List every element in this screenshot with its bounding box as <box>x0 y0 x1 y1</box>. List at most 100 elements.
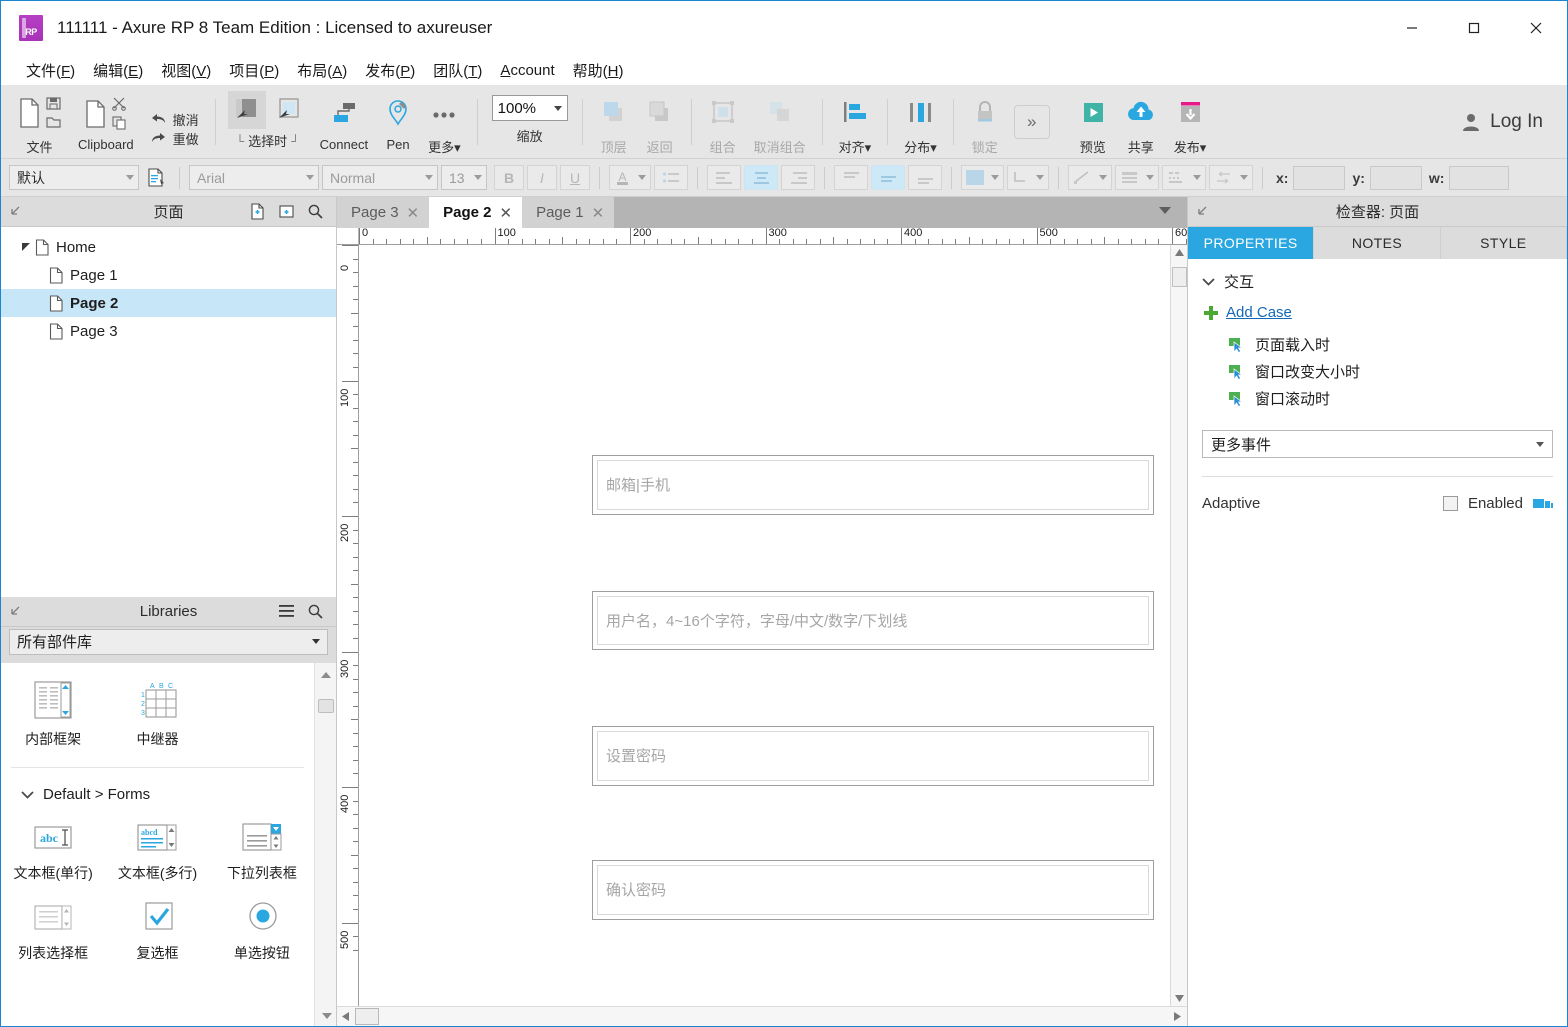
menu-item-1[interactable]: 编辑(E) <box>84 57 152 84</box>
event-row[interactable]: 页面载入时 <box>1202 331 1553 358</box>
event-row[interactable]: 窗口改变大小时 <box>1202 358 1553 385</box>
toolbar-clipboard-group[interactable]: Clipboard <box>70 85 142 158</box>
library-item[interactable]: 列表选择框 <box>1 893 105 973</box>
font-family-select[interactable]: Arial <box>189 165 319 190</box>
toolbar-share-button[interactable]: 共享 <box>1116 85 1166 158</box>
line-pattern-button[interactable] <box>1162 165 1206 190</box>
add-page-icon[interactable] <box>249 203 266 220</box>
menu-item-4[interactable]: 布局(A) <box>288 57 356 84</box>
menu-hamburger-icon[interactable] <box>278 604 295 618</box>
libraries-scrollbar[interactable] <box>314 662 336 1026</box>
toolbar-lock-button[interactable]: 锁定 <box>962 85 1008 158</box>
toolbar-more-button[interactable]: 更多▾ <box>420 85 469 158</box>
close-tab-icon[interactable]: ✕ <box>500 204 513 222</box>
scroll-down-arrow-icon[interactable] <box>321 1012 333 1020</box>
toolbar-group-button[interactable]: 组合 <box>700 85 746 158</box>
menu-item-6[interactable]: 团队(T) <box>424 57 491 84</box>
toolbar-preview-button[interactable]: 预览 <box>1070 85 1116 158</box>
menu-item-8[interactable]: 帮助(H) <box>564 57 633 84</box>
library-item[interactable]: abcd 文本框(多行) <box>105 813 209 893</box>
library-item[interactable]: 单选按钮 <box>210 893 314 973</box>
scroll-up-arrow-icon[interactable] <box>1175 249 1184 256</box>
confirm-password-field[interactable]: 确认密码 <box>592 860 1155 920</box>
canvas-vertical-scroll-thumb[interactable] <box>1172 267 1187 287</box>
library-select[interactable]: 所有部件库 <box>9 628 328 655</box>
scroll-up-arrow-icon[interactable] <box>320 671 332 679</box>
toolbar-overflow-button[interactable]: » <box>1013 104 1050 139</box>
y-input[interactable] <box>1369 165 1422 190</box>
undo-button[interactable]: 撤消 <box>150 110 199 129</box>
page-tree-item[interactable]: Home <box>1 233 336 261</box>
canvas-horizontal-scroll-thumb[interactable] <box>355 1008 379 1025</box>
minimize-button[interactable] <box>1381 1 1443 55</box>
select-contain-button[interactable] <box>270 91 308 129</box>
inspector-tab-style[interactable]: STYLE <box>1441 227 1567 259</box>
shadow-button[interactable] <box>1007 165 1049 190</box>
canvas-horizontal-scrollbar[interactable] <box>337 1006 1187 1026</box>
widget-style-select[interactable]: 默认 <box>9 165 139 190</box>
toolbar-file-group[interactable]: 文件 <box>9 85 70 158</box>
font-color-button[interactable]: A <box>609 165 651 190</box>
valign-bottom-button[interactable] <box>908 165 942 190</box>
maximize-button[interactable] <box>1443 1 1505 55</box>
close-button[interactable] <box>1505 1 1567 55</box>
toolbar-login-group[interactable]: Log In <box>1460 85 1559 158</box>
scroll-down-arrow-icon[interactable] <box>1175 995 1184 1002</box>
page-tree-item[interactable]: Page 3 <box>1 317 336 345</box>
align-left-button[interactable] <box>707 165 741 190</box>
interactions-section-header[interactable]: 交互 <box>1202 271 1553 292</box>
zoom-select[interactable]: 100% <box>491 95 568 121</box>
inspector-tab-notes[interactable]: NOTES <box>1314 227 1441 259</box>
select-intersect-button[interactable] <box>227 91 266 129</box>
toolbar-bring-to-front-button[interactable]: 顶层 <box>591 85 637 158</box>
scroll-right-arrow-icon[interactable] <box>1174 1012 1181 1021</box>
library-item[interactable]: 下拉列表框 <box>210 813 314 893</box>
italic-button[interactable]: I <box>527 165 557 190</box>
expand-arrow-icon[interactable] <box>19 242 33 252</box>
canvas-tab[interactable]: Page 2 ✕ <box>429 197 523 228</box>
collapse-panel-icon[interactable] <box>9 605 22 618</box>
style-manager-button[interactable] <box>142 167 170 188</box>
email-phone-field[interactable]: 邮箱|手机 <box>592 455 1155 515</box>
border-style-button[interactable] <box>1115 165 1159 190</box>
library-item[interactable]: A B C 1 2 3 中继器 <box>105 671 209 759</box>
close-tab-icon[interactable]: ✕ <box>592 204 605 222</box>
fill-color-button[interactable] <box>961 165 1004 190</box>
valign-top-button[interactable] <box>834 165 868 190</box>
bullet-list-button[interactable] <box>654 165 688 190</box>
toolbar-distribute-button[interactable]: 分布▾ <box>896 85 945 158</box>
library-item[interactable]: 复选框 <box>105 893 209 973</box>
canvas-tab[interactable]: Page 3 ✕ <box>337 197 430 228</box>
scroll-left-arrow-icon[interactable] <box>342 1012 349 1021</box>
toolbar-pen-button[interactable]: Pen <box>376 85 420 158</box>
design-canvas[interactable]: 邮箱|手机用户名，4~16个字符，字母/中文/数字/下划线 设置密码确认密码 <box>359 245 1170 1006</box>
menu-item-5[interactable]: 发布(P) <box>356 57 424 84</box>
toolbar-send-to-back-button[interactable]: 返回 <box>637 85 683 158</box>
libraries-scroll-thumb[interactable] <box>318 698 334 713</box>
add-folder-icon[interactable] <box>278 203 295 220</box>
username-field[interactable]: 用户名，4~16个字符，字母/中文/数字/下划线 <box>592 590 1155 651</box>
align-center-button[interactable] <box>744 165 778 190</box>
menu-item-0[interactable]: 文件(F) <box>17 57 84 84</box>
valign-middle-button[interactable] <box>871 165 905 190</box>
toolbar-align-button[interactable]: 对齐▾ <box>831 85 880 158</box>
close-tab-icon[interactable]: ✕ <box>407 204 420 222</box>
line-style-button[interactable] <box>1068 165 1112 190</box>
search-icon[interactable] <box>307 603 324 620</box>
collapse-panel-icon[interactable] <box>1196 205 1209 218</box>
inspector-tab-properties[interactable]: PROPERTIES <box>1188 227 1315 259</box>
add-case-button[interactable]: Add Case <box>1204 304 1553 321</box>
font-weight-select[interactable]: Normal <box>322 165 438 190</box>
search-icon[interactable] <box>307 203 324 220</box>
underline-button[interactable]: U <box>560 165 590 190</box>
toolbar-connect-button[interactable]: Connect <box>312 85 376 158</box>
password-field[interactable]: 设置密码 <box>592 726 1155 786</box>
menu-item-3[interactable]: 项目(P) <box>220 57 288 84</box>
page-tree-item[interactable]: Page 1 <box>1 261 336 289</box>
menu-item-7[interactable]: Account <box>491 59 563 82</box>
align-right-button[interactable] <box>781 165 815 190</box>
adaptive-views-icon[interactable] <box>1533 496 1553 511</box>
libraries-group-header[interactable]: Default > Forms <box>1 772 314 813</box>
library-item[interactable]: 内部框架 <box>1 671 105 759</box>
tab-overflow-caret-icon[interactable] <box>1159 207 1171 214</box>
